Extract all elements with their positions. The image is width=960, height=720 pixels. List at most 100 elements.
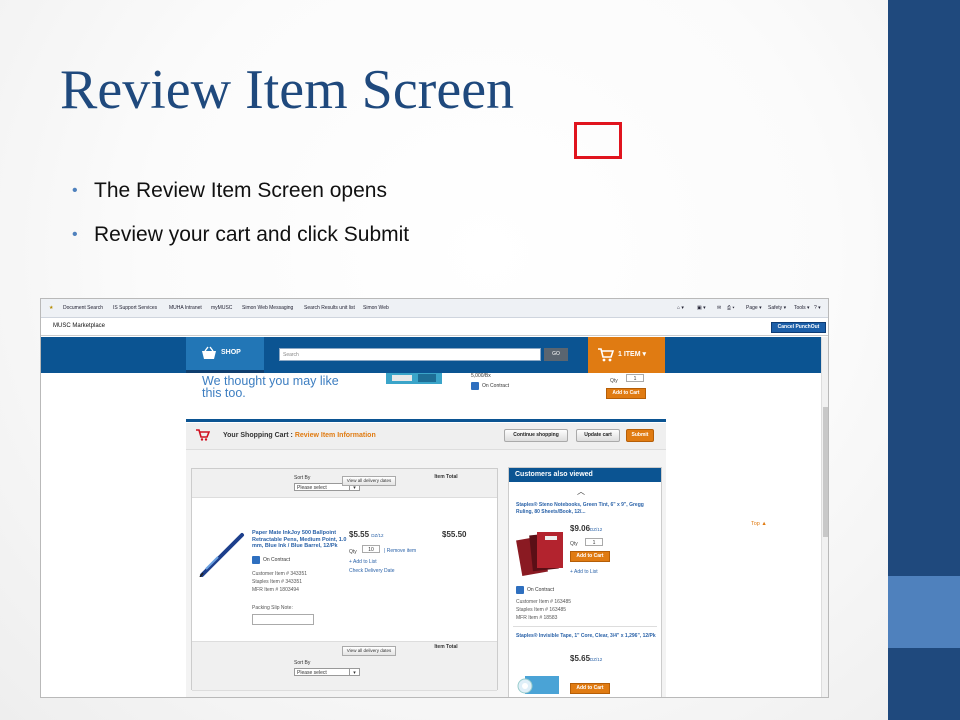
app-title-bar: MUSC Marketplace Cancel PunchOut (41, 319, 828, 336)
steno-notebook-image[interactable] (515, 528, 565, 578)
suggested-item-name[interactable]: Staples® Steno Notebooks, Green Tint, 6"… (516, 502, 658, 515)
scrollbar-thumb[interactable] (823, 407, 828, 537)
bullet-text: Review your cart and click Submit (94, 223, 410, 246)
favorite-link[interactable]: MUHA Intranet (169, 305, 202, 311)
screenshot-frame: ★ Document Search IS Support Services MU… (40, 298, 829, 698)
continue-shopping-button[interactable]: Continue shopping (504, 429, 568, 442)
section-divider (186, 419, 666, 422)
bullet-item: • Review your cart and click Submit (72, 220, 409, 264)
mfr-item-number: MFR Item # 1803494 (252, 587, 299, 593)
customers-also-viewed-title: Customers also viewed (509, 468, 661, 482)
scroll-up-chevron-icon[interactable]: ︿ (577, 486, 585, 497)
slide-side-accent (888, 576, 960, 648)
sort-row-bottom: View all delivery dates Item Total Sort … (192, 641, 497, 691)
qty-label: Qty (349, 549, 357, 555)
suggested-item-price: $9.06DZ/12 (570, 524, 603, 533)
tools-menu[interactable]: Tools ▾ (794, 305, 810, 311)
back-to-top-link[interactable]: Top ▲ (751, 521, 767, 527)
submit-button[interactable]: Submit (626, 429, 654, 442)
suggestion-qty-input[interactable]: 1 (626, 374, 644, 382)
price-unit: DZ/12 (590, 657, 603, 662)
shopping-cart-header: Your Shopping Cart : Review Item Informa… (186, 423, 666, 450)
qty-label: Qty (570, 541, 578, 547)
suggested-item-add-to-cart-button[interactable]: Add to Cart (570, 683, 610, 694)
update-cart-button[interactable]: Update cart (576, 429, 620, 442)
suggested-item-add-to-cart-button[interactable]: Add to Cart (570, 551, 610, 562)
add-to-list-link[interactable]: + Add to List (349, 559, 377, 565)
product-pen-image[interactable] (198, 531, 248, 577)
favorite-link[interactable]: Simon Web Messaging (242, 305, 293, 311)
sort-label: Sort By (294, 660, 311, 666)
price-unit: DZ/12 (590, 527, 603, 532)
add-to-list-link[interactable]: + Add to List (570, 569, 598, 575)
cart-items-button[interactable]: 1 ITEM ▾ (588, 337, 665, 373)
suggestion-add-to-cart-button[interactable]: Add to Cart (606, 388, 646, 399)
page-scrollbar[interactable] (821, 337, 828, 697)
sort-select[interactable]: Please select ▾ (294, 668, 360, 676)
cart-title: Your Shopping Cart : Review Item Informa… (223, 432, 376, 439)
go-button[interactable]: GO (544, 348, 568, 361)
favorite-link[interactable]: Search Results unit list (304, 305, 355, 311)
print-icon[interactable]: ⎙ ▾ (727, 305, 735, 311)
item-total-header: Item Total (434, 474, 458, 480)
favorites-bar: ★ Document Search IS Support Services MU… (41, 299, 828, 318)
favorite-link[interactable]: Simon Web (363, 305, 389, 311)
staples-item-number: Staples Item # 163485 (516, 607, 567, 613)
view-delivery-dates-button[interactable]: View all delivery dates (342, 646, 396, 656)
shop-button[interactable]: SHOP (186, 337, 264, 373)
cart-item-total: $55.50 (442, 530, 467, 539)
check-delivery-date-link[interactable]: Check Delivery Date (349, 568, 395, 574)
cancel-punchout-button[interactable]: Cancel PunchOut (771, 322, 826, 333)
tape-product-image[interactable] (515, 672, 561, 694)
customer-item-number: Customer Item # 163485 (516, 599, 572, 605)
favorites-star-icon[interactable]: ★ (49, 305, 53, 311)
site-header: SHOP Search GO 1 ITEM ▾ (41, 337, 821, 373)
bullet-text: The Review Item Screen opens (94, 179, 387, 202)
sidebar-divider (513, 626, 657, 627)
slide-title: Review Item Screen (60, 59, 515, 121)
view-delivery-dates-button[interactable]: View all delivery dates (342, 476, 396, 486)
favorite-link[interactable]: IS Support Services (113, 305, 157, 311)
search-input[interactable]: Search (279, 348, 541, 361)
mail-icon[interactable]: ✉ (717, 305, 721, 311)
cart-count-label: 1 ITEM ▾ (618, 351, 647, 358)
staples-item-number: Staples Item # 343351 (252, 579, 303, 585)
on-contract-check-icon (516, 586, 524, 594)
price-unit: DZ/12 (371, 533, 384, 538)
customer-item-number: Customer Item # 343351 (252, 571, 308, 577)
customers-also-viewed-panel: Customers also viewed ︿ Staples® Steno N… (508, 467, 662, 697)
packing-slip-input[interactable] (252, 614, 314, 625)
cart-subtitle: Review Item Information (294, 432, 376, 439)
suggested-item-qty-input[interactable]: 1 (585, 538, 603, 546)
sort-label: Sort By (294, 475, 311, 481)
bullet-dot-icon: • (72, 182, 78, 199)
packing-slip-label: Packing Slip Note: (252, 605, 293, 611)
on-contract-label: On Contract (263, 557, 290, 563)
cart-items-panel: Sort By Please select ▾ View all delivery… (191, 468, 498, 691)
on-contract-label: On Contract (527, 587, 554, 593)
favorite-link[interactable]: Document Search (63, 305, 103, 311)
safety-menu[interactable]: Safety ▾ (768, 305, 786, 311)
app-title: MUSC Marketplace (53, 323, 106, 329)
help-icon[interactable]: ? ▾ (814, 305, 821, 311)
cart-icon (598, 348, 614, 362)
basket-icon (202, 346, 216, 359)
favorite-link[interactable]: myMUSC (211, 305, 232, 311)
suggestion-headline: We thought you may like this too. (202, 374, 339, 400)
suggested-product-image[interactable] (384, 373, 464, 387)
cart-item-qty-input[interactable]: 10 (362, 545, 380, 553)
mfr-item-number: MFR Item # 18583 (516, 615, 558, 621)
feeds-icon[interactable]: ▣ ▾ (697, 305, 706, 311)
bullet-list: • The Review Item Screen opens • Review yo… (72, 176, 409, 264)
remove-item-link[interactable]: | Remove item (384, 548, 416, 554)
cart-item-name[interactable]: Paper Mate InkJoy 500 Ballpoint Retracta… (252, 530, 348, 550)
suggested-item-name[interactable]: Staples® Invisible Tape, 1" Core, Clear,… (516, 633, 658, 640)
shop-label: SHOP (221, 349, 241, 356)
page-menu[interactable]: Page ▾ (746, 305, 762, 311)
sort-row: Sort By Please select ▾ View all delivery… (192, 469, 497, 498)
submit-highlight-box (574, 122, 622, 159)
home-icon[interactable]: ⌂ ▾ (677, 305, 684, 311)
item-total-header: Item Total (434, 644, 458, 650)
qty-label: Qty (610, 378, 618, 384)
cart-item-price: $5.55 DZ/12 (349, 530, 384, 539)
